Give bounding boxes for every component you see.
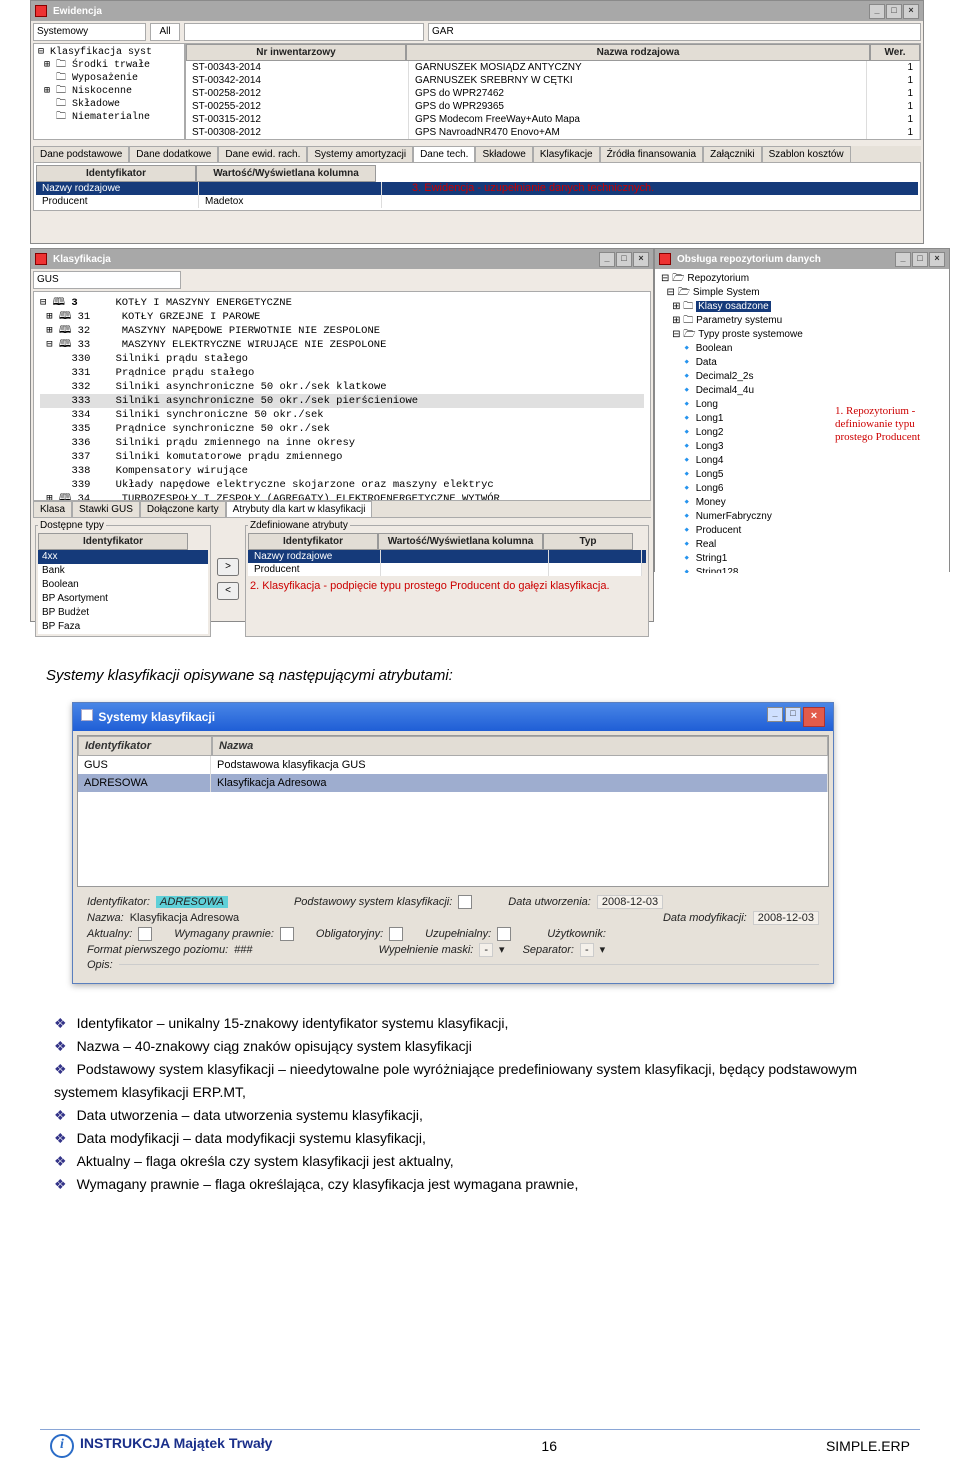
close-icon[interactable]: × [803,707,825,727]
page-number: 16 [541,1438,557,1454]
checkbox-aktualny[interactable] [138,927,152,941]
subcol-val: Wartość/Wyświetlana kolumna [196,165,376,182]
repo-note: 1. Repozytorium - definiowanie typu pros… [835,405,945,444]
subcol-id: Identyfikator [36,165,196,182]
titlebar-repo[interactable]: Obsługa repozytorium danych _□× [655,249,949,269]
filter-all[interactable]: All [150,23,180,41]
info-icon: i [50,1434,74,1458]
window-repo: Obsługa repozytorium danych _□× ⊟ 🗁 Repo… [654,248,950,572]
window-ewidencja: Ewidencja _□× Systemowy All GAR ⊟ Klasyf… [30,0,924,244]
ewidencja-tabs[interactable]: Dane podstawowe Dane dodatkowe Dane ewid… [33,146,921,163]
klas-tree[interactable]: ⊟ 🕮 3 KOTŁY I MASZYNY ENERGETYCZNE ⊞ 🕮 3… [33,291,651,501]
modal-systemy-klasyfikacji: Systemy klasyfikacji _□× IdentyfikatorNa… [72,702,834,984]
minimize-icon[interactable]: _ [869,4,885,19]
select-wypmask[interactable]: - [479,943,493,957]
opis-field[interactable] [119,964,819,965]
intro-text: Systemy klasyfikacji opisywane są następ… [46,667,453,684]
footer-rule [40,1429,920,1430]
maximize-icon[interactable]: □ [886,4,902,19]
tab-dane-tech[interactable]: Dane tech. [413,146,475,162]
checkbox-oblig[interactable] [389,927,403,941]
col-nazwa[interactable]: Nazwa rodzajowa [406,44,870,61]
footer-right: SIMPLE.ERP [826,1438,910,1454]
tab-dane-podstawowe[interactable]: Dane podstawowe [33,146,129,162]
move-right-button[interactable]: > [217,558,239,576]
tab-skladowe[interactable]: Składowe [475,146,532,162]
filter-system[interactable]: Systemowy [33,23,146,41]
modal-titlebar[interactable]: Systemy klasyfikacji _□× [73,703,833,731]
page-footer: iINSTRUKCJA Majątek Trwały 16 SIMPLE.ERP [0,1434,960,1458]
checkbox-wymagany[interactable] [280,927,294,941]
ewidencja-tree[interactable]: ⊟ Klasyfikacja syst ⊞ 🗀 Środki trwałe 🗀 … [33,43,185,140]
tab-dane-ewid-rach[interactable]: Dane ewid. rach. [218,146,307,162]
tab-zrodla[interactable]: Źródła finansowania [600,146,704,162]
klas-tabs[interactable]: Klasa Stawki GUS Dołączone karty Atrybut… [33,501,651,518]
titlebar-ewidencja[interactable]: Ewidencja _□× [31,1,923,21]
ident-value[interactable]: ADRESOWA [156,896,228,908]
title: Ewidencja [53,6,102,17]
titlebar-klas[interactable]: Klasyfikacja _□× [31,249,653,269]
filter-gar[interactable]: GAR [428,23,921,41]
attribute-list: ❖Identyfikator – unikalny 15-znakowy ide… [46,1012,914,1197]
col-wer[interactable]: Wer. [870,44,920,61]
ewidencja-grid[interactable]: Nr inwentarzowy Nazwa rodzajowa Wer. ST-… [185,43,921,140]
col-nr[interactable]: Nr inwentarzowy [186,44,406,61]
move-left-button[interactable]: < [217,582,239,600]
tab-dane-dodatkowe[interactable]: Dane dodatkowe [129,146,218,162]
close-icon[interactable]: × [903,4,919,19]
ewidencja-note: 3. Ewidencja - uzupełnianie danych techn… [382,182,918,195]
tab-zalaczniki[interactable]: Załączniki [703,146,761,162]
window-klasyfikacja: Klasyfikacja _□× GUS ⊟ 🕮 3 KOTŁY I MASZY… [30,248,654,622]
checkbox-uzup[interactable] [497,927,511,941]
tab-szablon[interactable]: Szablon kosztów [762,146,851,162]
tab-klasyfikacje[interactable]: Klasyfikacje [533,146,600,162]
klas-filter[interactable]: GUS [33,271,181,289]
tab-systemy-amort[interactable]: Systemy amortyzacji [307,146,413,162]
subrow-id[interactable]: Nazwy rodzajowe [36,182,199,195]
checkbox-podst[interactable] [458,895,472,909]
klas-note: 2. Klasyfikacja - podpięcie typu prosteg… [248,576,646,596]
select-sep[interactable]: - [580,943,594,957]
repo-tree[interactable]: ⊟ 🗁 Repozytorium ⊟ 🗁 Simple System ⊞ 🗀 K… [655,269,949,573]
